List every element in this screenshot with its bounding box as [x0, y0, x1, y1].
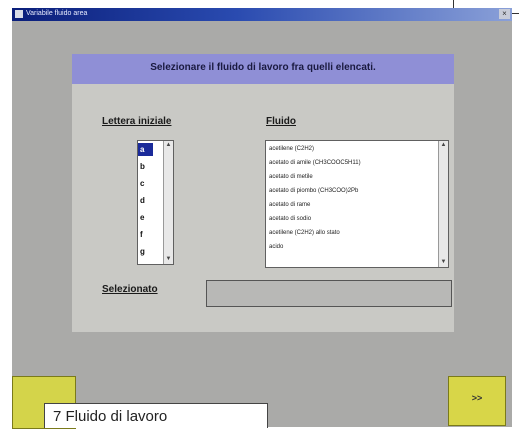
- letter-item[interactable]: g: [140, 245, 145, 258]
- selected-field: [206, 280, 452, 307]
- scroll-down-icon[interactable]: ▼: [439, 258, 448, 267]
- letter-scrollbar[interactable]: ▲ ▼: [163, 141, 173, 264]
- caption-text: 7 Fluido di lavoro: [53, 408, 168, 425]
- selection-panel: Selezionare il fluido di lavoro fra quel…: [72, 54, 454, 332]
- letter-item[interactable]: a: [138, 143, 153, 156]
- fluid-item[interactable]: acetato di rame: [269, 200, 310, 210]
- window-title: Variabile fluido area: [26, 10, 88, 17]
- letter-listbox[interactable]: a b c d e f g ▲ ▼: [137, 140, 174, 265]
- fluid-item[interactable]: acetato di piombo (CH3COO)2Pb: [269, 186, 358, 196]
- fluid-scrollbar[interactable]: ▲ ▼: [438, 141, 448, 267]
- scroll-up-icon[interactable]: ▲: [164, 141, 173, 150]
- letter-label: Lettera iniziale: [102, 116, 172, 127]
- fluid-item[interactable]: acetato di sodio: [269, 214, 311, 224]
- letter-item[interactable]: c: [140, 177, 144, 190]
- next-button[interactable]: >>: [448, 376, 506, 426]
- fluid-label: Fluido: [266, 116, 296, 127]
- instruction-text: Selezionare il fluido di lavoro fra quel…: [150, 62, 376, 73]
- scroll-down-icon[interactable]: ▼: [164, 255, 173, 264]
- fluid-item[interactable]: acido: [269, 242, 283, 252]
- fluid-item[interactable]: acetato di amile (CH3COOC5H11): [269, 158, 361, 168]
- letter-item[interactable]: e: [140, 211, 144, 224]
- fluid-item[interactable]: acetilene (C2H2): [269, 144, 314, 154]
- instruction-banner: Selezionare il fluido di lavoro fra quel…: [72, 54, 454, 84]
- letter-item[interactable]: d: [140, 194, 145, 207]
- scroll-up-icon[interactable]: ▲: [439, 141, 448, 150]
- next-label: >>: [471, 393, 483, 403]
- fluid-item[interactable]: acetato di metile: [269, 172, 313, 182]
- window-icon: [15, 10, 23, 18]
- figure-caption: 7 Fluido di lavoro: [44, 403, 268, 428]
- selected-label: Selezionato: [102, 284, 158, 295]
- app-window: Variabile fluido area × Selezionare il f…: [12, 8, 512, 429]
- letter-item[interactable]: b: [140, 160, 145, 173]
- title-bar: Variabile fluido area ×: [12, 8, 512, 21]
- letter-item[interactable]: f: [140, 228, 143, 241]
- fluid-listbox[interactable]: acetilene (C2H2) acetato di amile (CH3CO…: [265, 140, 449, 268]
- close-icon[interactable]: ×: [499, 9, 510, 19]
- fluid-item[interactable]: acetilene (C2H2) allo stato: [269, 228, 340, 238]
